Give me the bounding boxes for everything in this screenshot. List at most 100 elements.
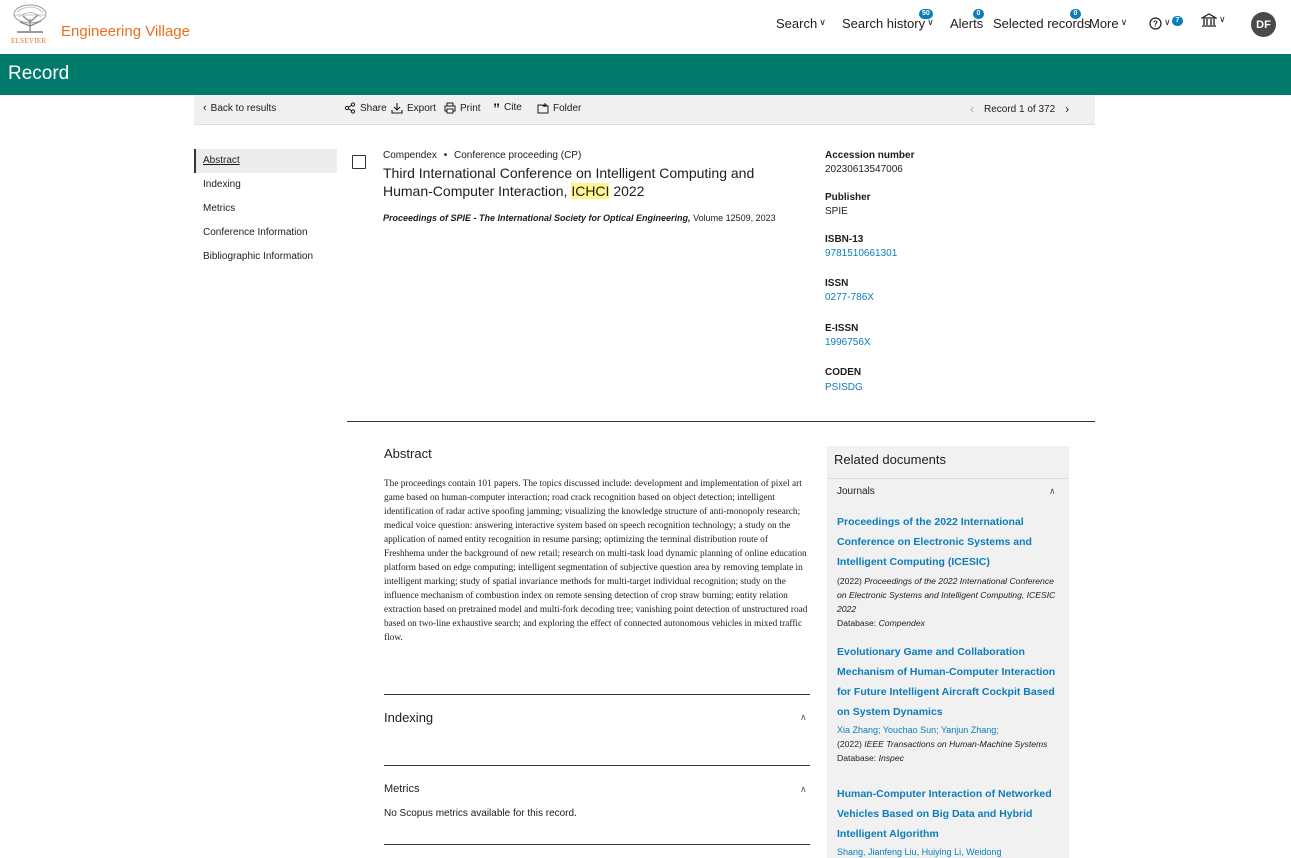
related-doc-item: Proceedings of the 2022 International Co… <box>837 512 1063 630</box>
quote-icon: ” <box>493 99 500 116</box>
isbn-link[interactable]: 9781510661301 <box>825 248 897 259</box>
record-type-line: Compendex • Conference proceeding (CP) <box>383 150 581 161</box>
previous-record-icon[interactable]: ‹ <box>970 102 974 116</box>
related-doc-title[interactable]: Evolutionary Game and Collaboration Mech… <box>837 642 1063 722</box>
collapse-icon[interactable]: ∧ <box>1049 486 1056 497</box>
related-doc-year: (2022) <box>837 739 862 749</box>
accession-number-value: 20230613547006 <box>825 164 903 175</box>
brand-name[interactable]: Engineering Village <box>61 23 190 40</box>
alerts-badge: 0 <box>973 9 984 19</box>
back-to-results-link[interactable]: ‹ Back to results <box>203 102 276 114</box>
help-icon: ? <box>1149 17 1162 30</box>
record-toolbar: ‹ Back to results Share Export Print ” C… <box>194 95 1095 125</box>
related-doc-title[interactable]: Human-Computer Interaction of Networked … <box>837 784 1063 844</box>
nav-search[interactable]: Search ∨ <box>776 16 826 31</box>
nav-search-history-label: Search history <box>842 16 926 31</box>
document-type: Conference proceeding (CP) <box>454 150 582 161</box>
help-menu[interactable]: ? ∨ <box>1149 17 1171 30</box>
source-title: Proceedings of SPIE - The International … <box>383 213 691 223</box>
institution-menu[interactable]: ∨ <box>1201 13 1226 28</box>
author-link[interactable]: Yanjun Zhang <box>941 725 996 735</box>
page-title: Record <box>8 63 70 84</box>
collapse-icon[interactable]: ∧ <box>800 784 807 795</box>
issn-link[interactable]: 0277-786X <box>825 292 874 303</box>
cite-label: Cite <box>504 102 522 113</box>
sidenav-bibliographic-information[interactable]: Bibliographic Information <box>194 245 337 269</box>
issn-block: ISSN 0277-786X <box>825 278 874 303</box>
database-value: Compendex <box>878 618 925 628</box>
publisher-value: SPIE <box>825 206 848 217</box>
issn-label: ISSN <box>825 278 849 289</box>
database-name: Compendex <box>383 150 437 161</box>
chevron-left-icon: ‹ <box>203 102 207 114</box>
chevron-down-icon: ∨ <box>819 17 826 27</box>
journals-group-label[interactable]: Journals <box>837 486 875 497</box>
metrics-heading[interactable]: Metrics <box>384 783 419 795</box>
related-documents-panel: Related documents Journals ∧ Proceedings… <box>827 446 1069 858</box>
divider <box>384 765 810 766</box>
sidenav-metrics[interactable]: Metrics <box>194 197 337 221</box>
related-doc-source-title: Proceedings of the 2022 International Co… <box>837 576 1056 614</box>
print-button[interactable]: Print <box>444 102 481 114</box>
isbn-block: ISBN-13 9781510661301 <box>825 234 897 259</box>
export-button[interactable]: Export <box>391 102 436 114</box>
related-doc-item: Evolutionary Game and Collaboration Mech… <box>837 642 1063 765</box>
selected-records-badge: 0 <box>1070 9 1081 19</box>
nav-search-history[interactable]: Search history ∨ <box>842 16 934 31</box>
author-link[interactable]: Youchao Sun <box>883 725 936 735</box>
publisher-label: Publisher <box>825 192 871 203</box>
select-record-checkbox[interactable] <box>352 155 366 169</box>
divider <box>384 844 810 845</box>
help-badge: 7 <box>1172 16 1183 26</box>
related-doc-title[interactable]: Proceedings of the 2022 International Co… <box>837 512 1063 572</box>
metrics-text: No Scopus metrics available for this rec… <box>384 808 577 819</box>
nav-more-label: More <box>1089 16 1119 31</box>
title-year: 2022 <box>613 183 645 199</box>
author-link[interactable]: Xia Zhang <box>837 725 878 735</box>
coden-link[interactable]: PSISDG <box>825 382 863 393</box>
sidenav-abstract[interactable]: Abstract <box>194 149 337 173</box>
collapse-icon[interactable]: ∧ <box>800 712 807 723</box>
separator-dot: • <box>443 150 448 161</box>
sidenav-indexing[interactable]: Indexing <box>194 173 337 197</box>
record-header: Record <box>0 54 1291 95</box>
folder-label: Folder <box>553 102 582 114</box>
related-documents-heading: Related documents <box>834 452 947 467</box>
eissn-link[interactable]: 1996756X <box>825 337 871 348</box>
elsevier-logo[interactable]: ELSEVIER <box>11 4 51 45</box>
print-icon <box>444 102 456 114</box>
abstract-text: The proceedings contain 101 papers. The … <box>384 479 808 643</box>
download-icon <box>391 103 403 114</box>
elsevier-tree-icon <box>13 4 47 33</box>
record-pagination: ‹ Record 1 of 372 › <box>970 102 1069 116</box>
related-doc-authors[interactable]: Shang, Jianfeng Liu, Huiying Li, Weidong <box>837 847 1063 857</box>
related-doc-source: (2022) Proceedings of the 2022 Internati… <box>837 574 1063 616</box>
share-button[interactable]: Share <box>344 102 387 114</box>
divider <box>827 478 1069 479</box>
eissn-block: E-ISSN 1996756X <box>825 323 871 348</box>
print-label: Print <box>460 102 481 114</box>
related-doc-year: (2022) <box>837 576 862 586</box>
cite-button[interactable]: ” Cite <box>493 99 522 116</box>
chevron-down-icon: ∨ <box>1120 17 1128 27</box>
related-doc-source: (2022) IEEE Transactions on Human-Machin… <box>837 737 1063 751</box>
title-highlight: ICHCI <box>571 183 610 199</box>
related-doc-item: Human-Computer Interaction of Networked … <box>837 784 1063 857</box>
folder-button[interactable]: Folder <box>537 102 581 114</box>
database-value: Inspec <box>878 753 904 763</box>
coden-block: CODEN PSISDG <box>825 367 863 393</box>
nav-more[interactable]: More ∨ <box>1089 16 1127 31</box>
record-title: Third International Conference on Intell… <box>383 164 783 200</box>
sidenav-conference-information[interactable]: Conference Information <box>194 221 337 245</box>
user-avatar[interactable]: DF <box>1251 12 1276 37</box>
institution-icon <box>1201 13 1217 27</box>
folder-add-icon <box>537 103 549 114</box>
back-to-results-label: Back to results <box>210 102 277 114</box>
indexing-heading[interactable]: Indexing <box>384 710 433 725</box>
divider <box>347 421 1095 422</box>
record-source: Proceedings of SPIE - The International … <box>383 213 776 223</box>
related-doc-database: Database: Inspec <box>837 751 1063 765</box>
chevron-down-icon: ∨ <box>1164 17 1171 27</box>
share-label: Share <box>360 102 387 114</box>
next-record-icon[interactable]: › <box>1065 102 1069 116</box>
